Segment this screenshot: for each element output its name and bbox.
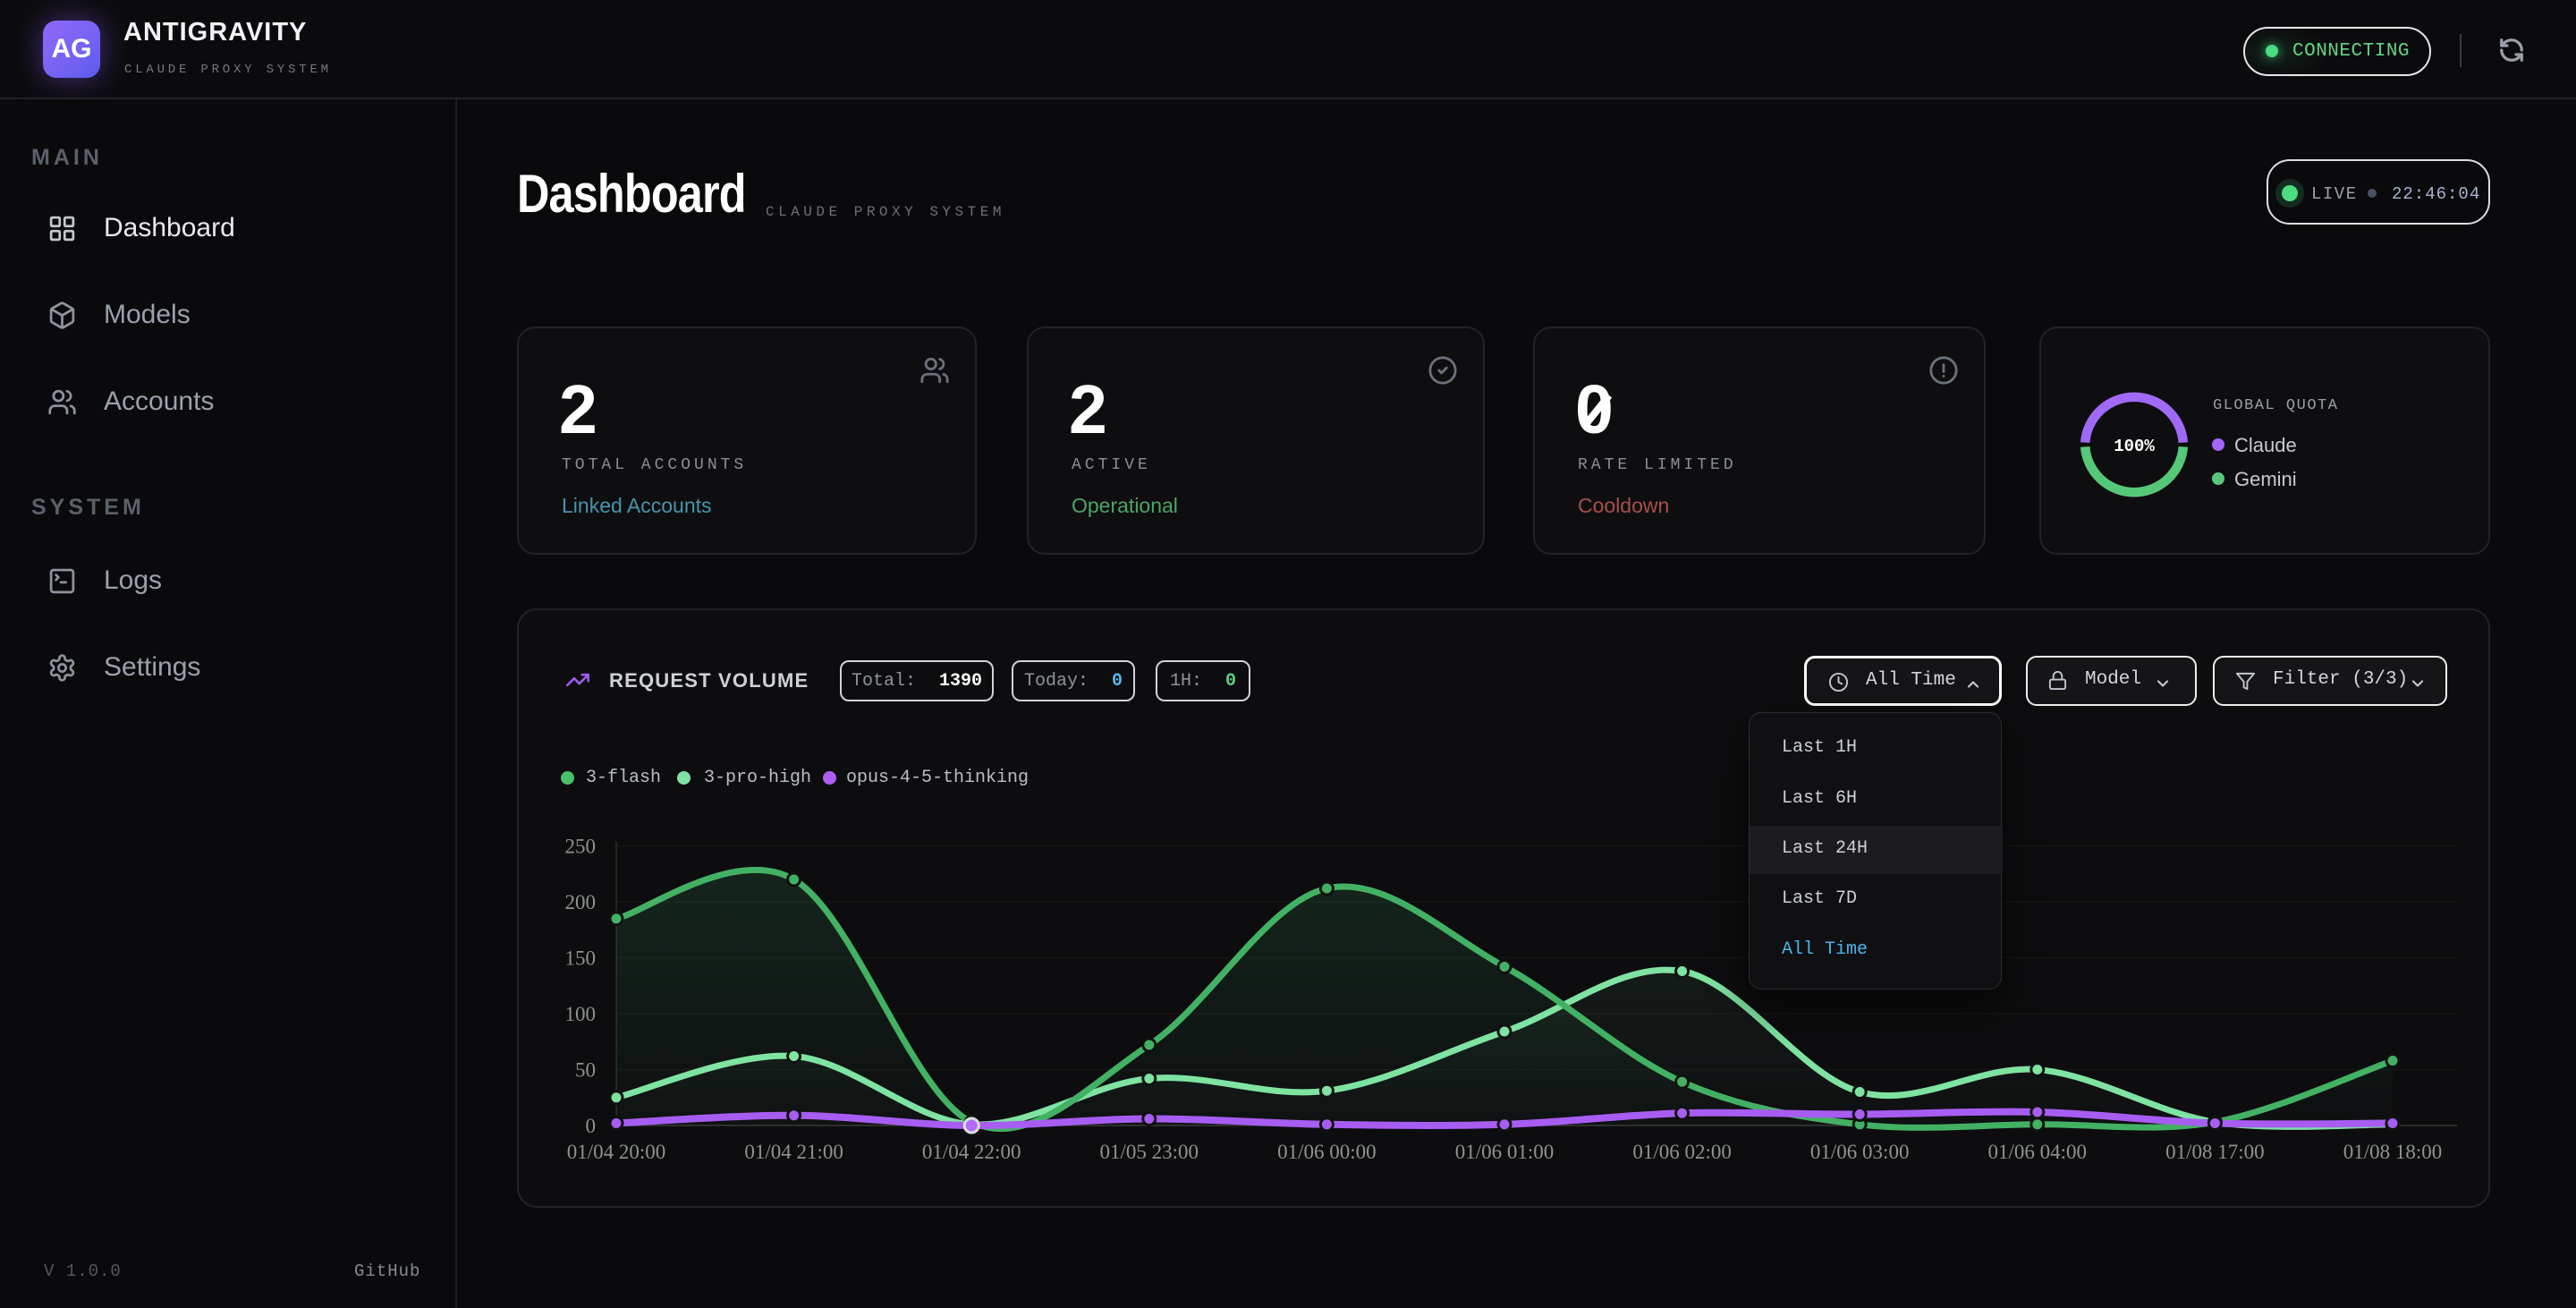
- svg-text:50: 50: [575, 1059, 596, 1082]
- svg-text:01/06 00:00: 01/06 00:00: [1277, 1141, 1377, 1163]
- svg-text:01/04 22:00: 01/04 22:00: [922, 1141, 1021, 1163]
- svg-text:01/06 01:00: 01/06 01:00: [1455, 1141, 1555, 1163]
- svg-text:150: 150: [565, 947, 597, 970]
- svg-text:01/08 17:00: 01/08 17:00: [2165, 1141, 2265, 1163]
- svg-text:01/04 20:00: 01/04 20:00: [567, 1141, 666, 1163]
- svg-text:01/06 02:00: 01/06 02:00: [1632, 1141, 1732, 1163]
- svg-text:100%: 100%: [2114, 437, 2155, 456]
- svg-text:01/05 23:00: 01/05 23:00: [1100, 1141, 1199, 1163]
- svg-text:01/08 18:00: 01/08 18:00: [2343, 1141, 2443, 1163]
- svg-text:100: 100: [565, 1003, 597, 1025]
- svg-text:250: 250: [565, 836, 597, 858]
- svg-text:0: 0: [586, 1115, 597, 1137]
- svg-text:01/06 03:00: 01/06 03:00: [1810, 1141, 1910, 1163]
- svg-text:01/06 04:00: 01/06 04:00: [1988, 1141, 2088, 1163]
- svg-text:01/04 21:00: 01/04 21:00: [744, 1141, 843, 1163]
- svg-text:200: 200: [565, 891, 597, 913]
